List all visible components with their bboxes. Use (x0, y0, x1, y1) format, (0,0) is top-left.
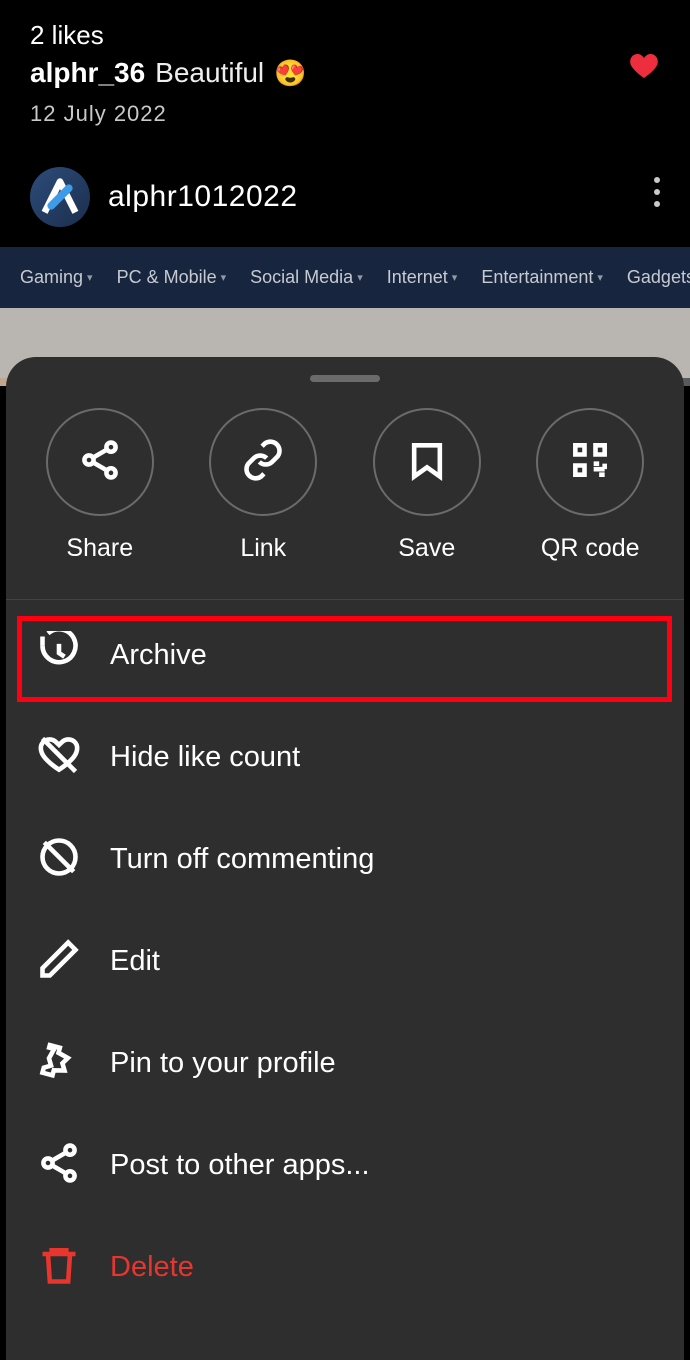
pin-to-profile-option[interactable]: Pin to your profile (6, 1012, 684, 1114)
heart-eyes-emoji: 😍 (274, 58, 306, 89)
archive-icon (37, 631, 81, 680)
edit-label: Edit (110, 945, 160, 978)
pin-label: Pin to your profile (110, 1047, 336, 1080)
link-label: Link (240, 534, 286, 563)
like-heart-icon[interactable] (628, 50, 660, 89)
heart-off-icon (37, 733, 81, 782)
turn-off-commenting-label: Turn off commenting (110, 843, 374, 876)
qr-label: QR code (541, 534, 640, 563)
hide-likes-label: Hide like count (110, 741, 300, 774)
share-label: Share (66, 534, 133, 563)
site-nav: Gaming▾ PC & Mobile▾ Social Media▾ Inter… (0, 247, 690, 308)
qr-code-button[interactable]: QR code (536, 408, 644, 563)
save-label: Save (398, 534, 455, 563)
caption-text: Beautiful (155, 57, 264, 89)
post-info: 2 likes alphr_36 Beautiful 😍 12 July 202… (0, 0, 690, 137)
hide-like-count-option[interactable]: Hide like count (6, 706, 684, 808)
nav-gadgets[interactable]: Gadgets▾ (627, 267, 690, 288)
link-icon (241, 438, 285, 487)
share-icon (78, 438, 122, 487)
profile-username[interactable]: alphr1012022 (108, 180, 298, 214)
link-button[interactable]: Link (209, 408, 317, 563)
avatar[interactable] (30, 167, 90, 227)
menu-list: Archive Hide like count Turn off comment… (6, 600, 684, 1322)
qr-code-icon (568, 438, 612, 487)
likes-count[interactable]: 2 likes (30, 20, 660, 51)
caption-username[interactable]: alphr_36 (30, 57, 145, 89)
post-other-label: Post to other apps... (110, 1149, 370, 1182)
turn-off-commenting-option[interactable]: Turn off commenting (6, 808, 684, 910)
quick-actions-row: Share Link Save QR code (6, 408, 684, 599)
nav-entertainment[interactable]: Entertainment▾ (481, 267, 603, 288)
delete-option[interactable]: Delete (6, 1216, 684, 1318)
profile-header: alphr1012022 (0, 137, 690, 247)
archive-label: Archive (110, 639, 207, 672)
caption-row: alphr_36 Beautiful 😍 (30, 57, 660, 89)
nav-pc-mobile[interactable]: PC & Mobile▾ (117, 267, 227, 288)
nav-gaming[interactable]: Gaming▾ (20, 267, 93, 288)
pin-icon (37, 1039, 81, 1088)
delete-label: Delete (110, 1251, 194, 1284)
share-alt-icon (37, 1141, 81, 1190)
more-options-icon[interactable] (654, 177, 660, 207)
comment-off-icon (37, 835, 81, 884)
options-bottom-sheet: Share Link Save QR code (6, 357, 684, 1360)
share-button[interactable]: Share (46, 408, 154, 563)
pencil-icon (37, 937, 81, 986)
sheet-grabber[interactable] (310, 375, 380, 382)
nav-internet[interactable]: Internet▾ (387, 267, 458, 288)
post-date: 12 July 2022 (30, 101, 660, 127)
bookmark-icon (405, 438, 449, 487)
save-button[interactable]: Save (373, 408, 481, 563)
post-to-other-apps-option[interactable]: Post to other apps... (6, 1114, 684, 1216)
trash-icon (37, 1243, 81, 1292)
nav-social-media[interactable]: Social Media▾ (250, 267, 363, 288)
archive-option[interactable]: Archive (6, 604, 684, 706)
edit-option[interactable]: Edit (6, 910, 684, 1012)
